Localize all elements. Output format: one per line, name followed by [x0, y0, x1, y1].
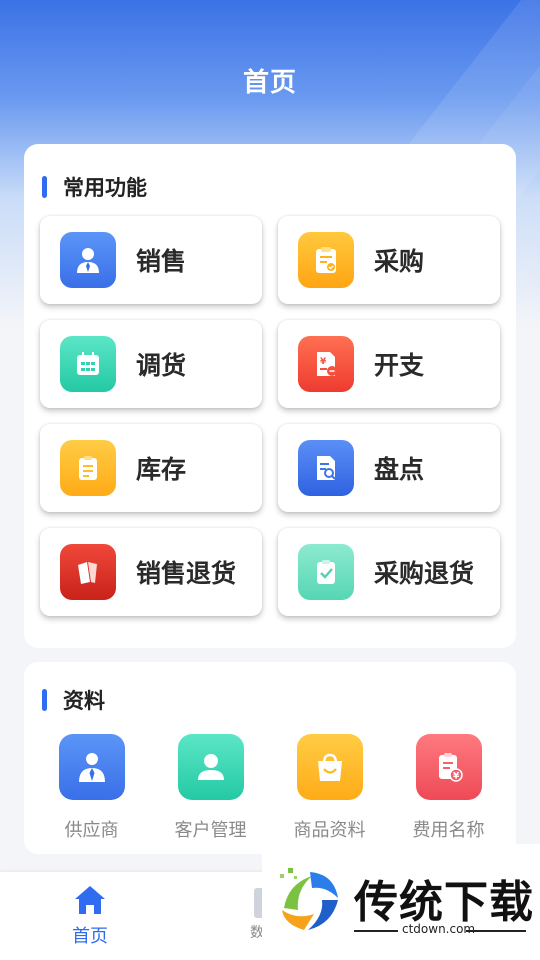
purchase-return-button[interactable]: 采购退货 — [278, 528, 500, 616]
home-icon — [75, 886, 105, 914]
fee-name-button[interactable]: ¥ 费用名称 — [389, 734, 508, 842]
transfer-label: 调货 — [136, 351, 187, 380]
common-functions-header: 常用功能 — [42, 172, 147, 202]
expense-label: 开支 — [374, 351, 425, 380]
customer-icon — [177, 734, 244, 800]
notepad-icon — [60, 440, 116, 496]
sales-return-button[interactable]: 销售退货 — [40, 528, 262, 616]
common-functions-grid: 销售 采购 调货 ¥ 开支 库存 盘点 销售退货 采购退货 — [40, 216, 502, 616]
section-title: 资料 — [63, 689, 105, 713]
purchase-return-label: 采购退货 — [374, 559, 475, 588]
section-accent-bar — [42, 176, 47, 198]
watermark-logo-icon — [280, 868, 338, 930]
inventory-label: 库存 — [136, 455, 187, 484]
return-tag-icon — [60, 544, 116, 600]
watermark-url: ctdown.com — [402, 922, 476, 936]
svg-text:¥: ¥ — [320, 357, 327, 367]
section-title: 常用功能 — [63, 176, 147, 200]
fee-name-label: 费用名称 — [412, 820, 485, 841]
nav-tab-home[interactable]: 首页 — [50, 884, 130, 948]
shopping-bag-icon — [296, 734, 363, 800]
expense-button[interactable]: ¥ 开支 — [278, 320, 500, 408]
supplier-icon — [58, 734, 125, 800]
master-data-card: 资料 供应商 客户管理 商品资料 ¥ 费用名称 — [24, 662, 516, 854]
purchase-label: 采购 — [374, 247, 425, 276]
transfer-button[interactable]: 调货 — [40, 320, 262, 408]
nav-home-label: 首页 — [72, 926, 108, 947]
clipboard-tick-icon — [298, 544, 354, 600]
customer-management-label: 客户管理 — [174, 820, 247, 841]
purchase-button[interactable]: 采购 — [278, 216, 500, 304]
watermark-rule — [466, 930, 526, 932]
page-title: 首页 — [242, 68, 297, 98]
sales-button[interactable]: 销售 — [40, 216, 262, 304]
salesperson-icon — [60, 232, 116, 288]
master-data-header: 资料 — [42, 685, 105, 715]
product-data-button[interactable]: 商品资料 — [270, 734, 389, 842]
document-search-icon — [298, 440, 354, 496]
stocktake-label: 盘点 — [374, 455, 425, 484]
sales-return-label: 销售退货 — [136, 559, 237, 588]
watermark-overlay: 传统下载 ctdown.com — [262, 844, 540, 960]
master-data-grid: 供应商 客户管理 商品资料 ¥ 费用名称 — [24, 734, 516, 842]
watermark-title: 传统下载 — [354, 877, 534, 928]
stocktake-button[interactable]: 盘点 — [278, 424, 500, 512]
inventory-button[interactable]: 库存 — [40, 424, 262, 512]
customer-management-button[interactable]: 客户管理 — [151, 734, 270, 842]
common-functions-card: 常用功能 销售 采购 调货 ¥ 开支 库存 盘点 销售退货 采购退货 — [24, 144, 516, 648]
watermark-rule — [354, 930, 398, 932]
section-accent-bar — [42, 689, 47, 711]
svg-text:¥: ¥ — [453, 772, 460, 782]
expense-receipt-icon: ¥ — [298, 336, 354, 392]
supplier-label: 供应商 — [64, 820, 119, 841]
product-data-label: 商品资料 — [293, 820, 366, 841]
clipboard-check-icon — [298, 232, 354, 288]
sales-label: 销售 — [136, 247, 187, 276]
supplier-button[interactable]: 供应商 — [32, 734, 151, 842]
calendar-icon — [60, 336, 116, 392]
fee-document-icon: ¥ — [415, 734, 482, 800]
